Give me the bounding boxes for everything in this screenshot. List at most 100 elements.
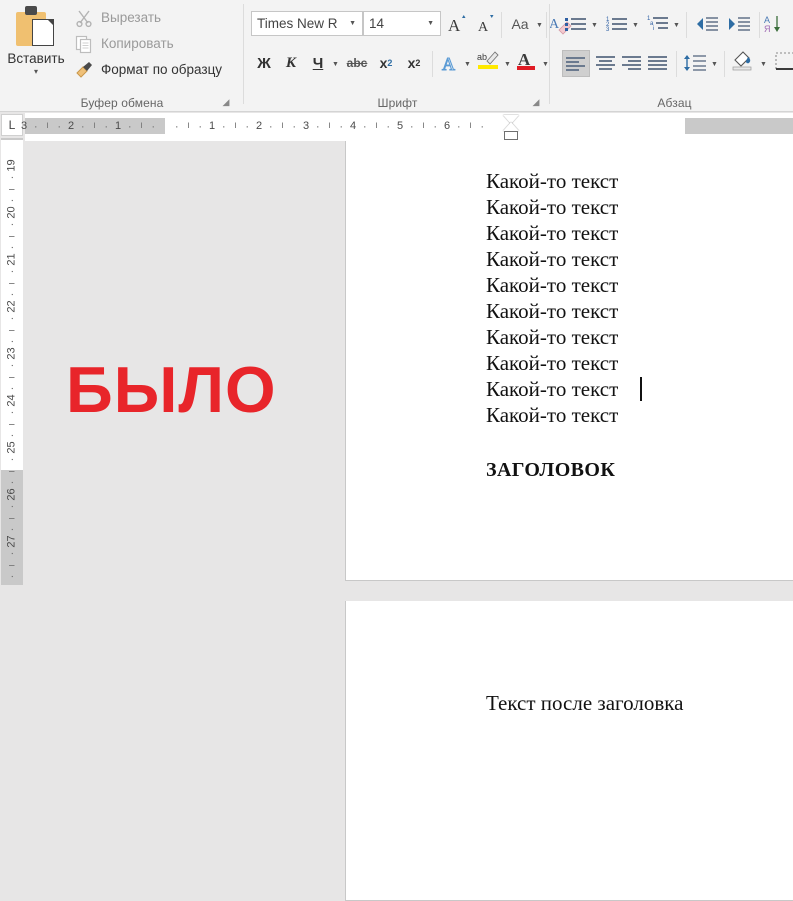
ruler-minor-tick: ı <box>187 120 190 131</box>
hanging-indent-marker[interactable] <box>503 122 519 131</box>
line-spacing-button[interactable] <box>681 50 709 76</box>
underline-button[interactable]: Ч <box>305 50 331 76</box>
document-text-line[interactable]: Какой-то текст <box>486 221 618 246</box>
italic-button[interactable]: К <box>278 50 304 76</box>
numbering-button[interactable]: 1 2 3 <box>603 11 631 37</box>
paste-button[interactable]: Вставить ▾ <box>6 2 66 86</box>
document-text-line[interactable]: Какой-то текст <box>486 377 618 402</box>
align-center-button[interactable] <box>592 50 620 76</box>
text-effects-button[interactable]: A <box>437 50 463 76</box>
chevron-down-icon[interactable]: ▾ <box>6 67 66 77</box>
copy-button[interactable]: Копировать <box>74 31 174 56</box>
sort-button[interactable]: A Я <box>763 11 789 37</box>
chevron-down-icon[interactable]: ▼ <box>347 20 362 27</box>
chevron-down-icon[interactable]: ▼ <box>542 61 549 68</box>
change-case-label: Aa <box>511 16 529 32</box>
document-text-line[interactable]: Какой-то текст <box>486 195 618 220</box>
group-divider <box>546 12 547 38</box>
font-dialog-launcher[interactable]: ◢ <box>530 96 542 108</box>
chevron-down-icon[interactable]: ▼ <box>760 61 767 68</box>
chevron-down-icon[interactable]: ▼ <box>673 22 680 29</box>
shrink-font-button[interactable]: A <box>474 11 500 37</box>
chevron-down-icon[interactable]: ▼ <box>536 22 543 29</box>
page-2-body-line[interactable]: Текст после заголовка <box>486 691 683 716</box>
shading-button[interactable] <box>728 48 758 74</box>
ruler-minor-tick: · <box>151 119 156 133</box>
numbered-list-icon: 1 2 3 <box>606 16 628 33</box>
chevron-down-icon[interactable]: ▼ <box>711 61 718 68</box>
ruler-minor-tick: · <box>174 119 179 133</box>
ruler-tick: 2 <box>67 120 75 132</box>
format-painter-button[interactable]: Формат по образцу <box>74 57 222 82</box>
vertical-ruler[interactable]: 19 · ı · 20 · ı · 21 · ı · 22 · ı · 23 · ı · 24 · ı · 25 · ı · 26 · ı ·… <box>1 138 23 585</box>
chevron-down-icon[interactable]: ▼ <box>632 22 639 29</box>
borders-button[interactable] <box>771 48 793 74</box>
bullets-button[interactable] <box>562 11 590 37</box>
chevron-down-icon[interactable]: ▼ <box>425 20 440 27</box>
document-text-line[interactable]: Какой-то текст <box>486 403 618 428</box>
svg-text:A: A <box>478 20 489 35</box>
font-name-input[interactable]: Times New R ▼ <box>251 11 363 36</box>
ribbon-group-paragraph: ▼ 1 2 3 ▼ 1 a i ▼ A Я ▼ ▼ Абзац <box>556 0 793 112</box>
clipboard-dialog-launcher[interactable]: ◢ <box>220 96 232 108</box>
superscript-index: 2 <box>415 58 421 68</box>
bold-button[interactable]: Ж <box>251 50 277 76</box>
chevron-down-icon[interactable]: ▼ <box>464 61 471 68</box>
document-canvas[interactable]: Какой-то текст Какой-то текст Какой-то тек… <box>25 141 793 901</box>
italic-label: К <box>285 54 297 71</box>
align-right-button[interactable] <box>618 50 646 76</box>
justify-button[interactable] <box>644 50 672 76</box>
align-center-icon <box>595 55 617 71</box>
horizontal-ruler[interactable]: 3 2 1 1 2 3 4 5 6 · ı · · ı · · ı · · ı · · ı · · ı · · ı · · ı · · ı · · ı · <box>21 113 793 141</box>
chevron-down-icon[interactable]: ▼ <box>332 61 339 68</box>
document-text-line[interactable]: Какой-то текст <box>486 299 618 324</box>
align-left-button[interactable] <box>562 50 590 77</box>
document-text-line[interactable]: Какой-то текст <box>486 325 618 350</box>
ruler-minor-tick: · <box>456 119 461 133</box>
cut-button[interactable]: Вырезать <box>74 5 161 30</box>
ruler-minor-tick: · <box>57 119 62 133</box>
ruler-ticks: 3 2 1 1 2 3 4 5 6 · ı · · ı · · ı · · ı · · ı · · ı · · ı · · ı · · ı · · ı · <box>21 118 793 134</box>
ruler-minor-tick: · <box>362 119 367 133</box>
subscript-label: x <box>379 55 388 71</box>
document-text-line[interactable]: Какой-то текст <box>486 351 618 376</box>
font-color-button[interactable]: A <box>513 48 541 74</box>
document-text-line[interactable]: Какой-то текст <box>486 169 618 194</box>
chevron-down-icon[interactable]: ▼ <box>591 22 598 29</box>
ruler-minor-tick: · <box>480 119 485 133</box>
svg-text:ab: ab <box>477 52 487 62</box>
copy-button-label: Копировать <box>101 36 174 51</box>
clipboard-group-label: Буфер обмена <box>80 96 164 110</box>
multilevel-list-button[interactable]: 1 a i <box>644 11 672 37</box>
document-page-1[interactable]: Какой-то текст Какой-то текст Какой-то тек… <box>345 141 793 581</box>
indent-markers[interactable] <box>503 114 519 140</box>
grow-font-button[interactable]: A <box>445 11 471 37</box>
chevron-down-icon[interactable]: ▼ <box>504 61 511 68</box>
ruler-minor-tick: ı <box>234 120 237 131</box>
strikethrough-button[interactable]: abc <box>342 50 372 76</box>
document-text-line[interactable]: Какой-то текст <box>486 273 618 298</box>
ruler-minor-tick: · <box>221 119 226 133</box>
group-divider <box>432 51 433 77</box>
decrease-indent-button[interactable] <box>692 11 722 37</box>
ruler-tick: 3 <box>20 120 28 132</box>
ruler-minor-tick: · <box>33 119 38 133</box>
document-heading[interactable]: ЗАГОЛОВОК <box>486 459 615 482</box>
ruler-minor-tick: ı <box>46 120 49 131</box>
ruler-minor-tick: · <box>386 119 391 133</box>
document-page-2[interactable]: Текст после заголовка <box>345 601 793 901</box>
left-indent-marker[interactable] <box>504 131 518 140</box>
group-divider <box>549 4 550 104</box>
document-text-line[interactable]: Какой-то текст <box>486 247 618 272</box>
increase-indent-button[interactable] <box>724 11 754 37</box>
copy-icon <box>74 34 94 54</box>
svg-text:A: A <box>442 54 455 74</box>
align-right-icon <box>621 55 643 71</box>
ruler-tick: 3 <box>302 120 310 132</box>
font-size-input[interactable]: 14 ▼ <box>363 11 441 36</box>
change-case-button[interactable]: Aa <box>505 11 535 37</box>
subscript-button[interactable]: x2 <box>373 50 399 76</box>
superscript-button[interactable]: x2 <box>401 50 427 76</box>
tab-stop-selector[interactable]: L <box>1 114 23 136</box>
highlight-color-button[interactable]: ab <box>475 48 503 74</box>
